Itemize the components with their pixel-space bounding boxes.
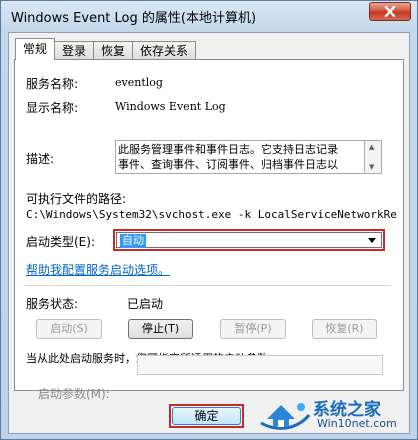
scroll-up-icon[interactable]: ▲ [369,143,374,151]
start-button[interactable]: 启动(S) [36,319,102,339]
description-line-2: 事件、查询事件、订阅事件、归档事件日志以 [118,158,338,171]
description-textbox[interactable]: 此服务管理事件和事件日志。它支持日志记录 事件、查询事件、订阅事件、归档事件日志… [115,140,365,174]
tab-recovery[interactable]: 恢复 [93,41,134,60]
divider [24,285,390,286]
help-configure-link[interactable]: 帮助我配置服务启动选项。 [26,261,170,278]
title-bar[interactable]: Windows Event Log 的属性(本地计算机) [1,1,417,31]
exe-path-label: 可执行文件的路径: [26,192,127,206]
start-params-input[interactable] [137,355,383,375]
start-params-label: 启动参数(M): [38,387,110,401]
service-name-label: 服务名称: [26,77,79,91]
tab-strip: 常规 登录 恢复 依存关系 [15,38,197,60]
tab-dependencies[interactable]: 依存关系 [132,41,197,60]
display-name-label: 显示名称: [26,101,79,115]
startup-type-select[interactable]: 自动 [113,229,385,251]
window-title: Windows Event Log 的属性(本地计算机) [11,11,257,26]
house-logo-icon [260,403,311,430]
stop-button[interactable]: 停止(T) [128,319,193,339]
tab-logon[interactable]: 登录 [54,41,95,60]
properties-window: Windows Event Log 的属性(本地计算机) 常规 登录 恢复 依存… [0,0,418,440]
service-name-value: eventlog [115,76,163,89]
general-panel: 服务名称: eventlog 显示名称: Windows Event Log 描… [14,59,404,401]
service-status-label: 服务状态: [26,297,79,311]
resume-button[interactable]: 恢复(R) [312,319,377,339]
dialog-client: 常规 登录 恢复 依存关系 服务名称: eventlog 显示名称: Windo… [8,32,410,434]
ok-button[interactable]: 确定 [172,407,241,425]
startup-type-value: 自动 [120,234,146,248]
startup-type-label: 启动类型(E): [26,235,95,249]
exe-path-value: C:\Windows\System32\svchost.exe -k Local… [26,208,396,221]
site-watermark: 系统之家 Win10net.com [257,391,417,439]
description-line-1: 此服务管理事件和事件日志。它支持日志记录 [118,143,338,156]
description-scrollbar[interactable]: ▲ ▼ [365,140,382,174]
service-status-value: 已启动 [127,297,164,311]
pause-button[interactable]: 暂停(P) [220,319,286,339]
ok-button-highlight: 确定 [169,404,244,428]
description-label: 描述: [26,152,55,166]
tab-general[interactable]: 常规 [15,38,56,60]
display-name-value: Windows Event Log [115,100,226,113]
close-icon [384,6,396,17]
watermark-subtitle: Win10net.com [317,417,397,430]
close-button[interactable] [369,2,411,21]
chevron-down-icon[interactable] [368,238,376,243]
scroll-down-icon[interactable]: ▼ [369,163,374,171]
